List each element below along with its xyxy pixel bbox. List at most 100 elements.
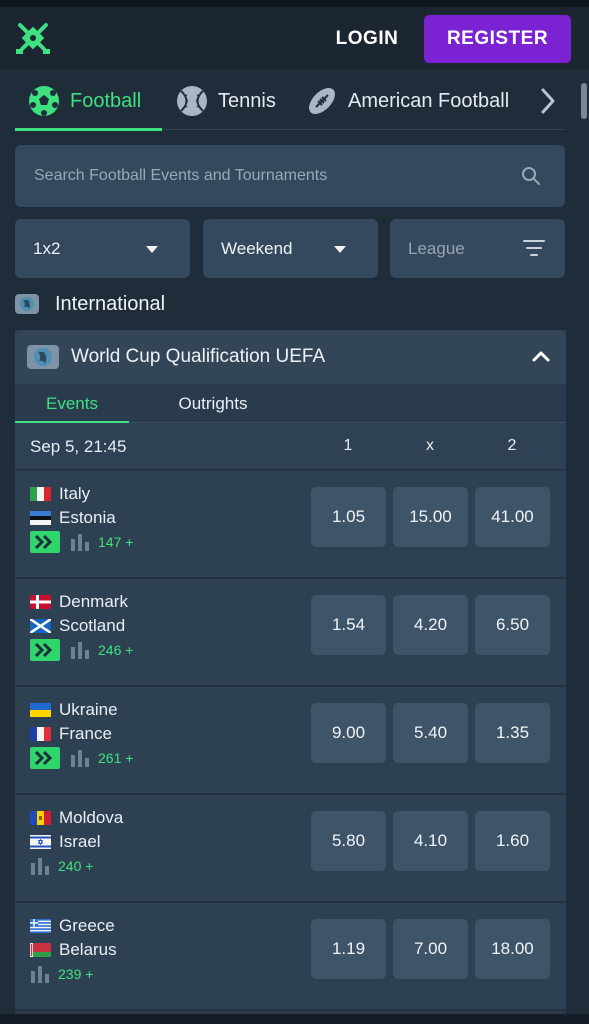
markets-count[interactable]: 261 +	[98, 750, 133, 766]
odds-button-home[interactable]: 9.00	[311, 703, 386, 763]
team-home[interactable]: Greece	[30, 916, 115, 936]
filter-icon	[523, 240, 545, 256]
team-home[interactable]: Moldova	[30, 808, 123, 828]
tab-american-football[interactable]: American Football	[306, 82, 509, 120]
team-away[interactable]: Estonia	[30, 508, 116, 528]
team-away[interactable]: France	[30, 724, 112, 744]
odds-button-away[interactable]: 1.60	[475, 811, 550, 871]
markets-count[interactable]: 246 +	[98, 642, 133, 658]
odds-button-away[interactable]: 18.00	[475, 919, 550, 979]
belarus-flag-icon	[30, 943, 51, 957]
tab-outrights[interactable]: Outrights	[153, 385, 273, 423]
login-button[interactable]: LOGIN	[322, 21, 412, 57]
israel-flag-icon	[30, 835, 51, 849]
odds-button-draw[interactable]: 15.00	[393, 487, 468, 547]
team-home[interactable]: Ukraine	[30, 700, 118, 720]
american-football-icon	[309, 88, 335, 114]
markets-count[interactable]: 239 +	[58, 966, 93, 982]
odds-button-draw[interactable]: 7.00	[393, 919, 468, 979]
search-input[interactable]: Search Football Events and Tournaments	[15, 145, 565, 207]
section-title: International	[55, 292, 166, 315]
bottom-edge	[0, 1014, 589, 1024]
odds-button-home[interactable]: 1.19	[311, 919, 386, 979]
odds-button-draw[interactable]: 5.40	[393, 703, 468, 763]
odds-button-draw[interactable]: 4.10	[393, 811, 468, 871]
market-dropdown[interactable]: 1x2	[15, 219, 190, 278]
team-away[interactable]: Israel	[30, 832, 101, 852]
league-filter[interactable]: League	[390, 219, 565, 278]
event-row: Greece Belarus 239 + 1.19 7.00 18.00	[15, 903, 566, 1011]
event-date: Sep 5, 21:45	[30, 437, 127, 456]
statistics-icon[interactable]	[70, 533, 90, 551]
live-stream-icon[interactable]	[30, 747, 60, 769]
team-home[interactable]: Denmark	[30, 592, 128, 612]
markets-count[interactable]: 240 +	[58, 858, 93, 874]
team-away[interactable]: Scotland	[30, 616, 125, 636]
event-meta: 261 +	[30, 747, 133, 769]
odds-button-home[interactable]: 1.05	[311, 487, 386, 547]
event-meta: 239 +	[30, 963, 93, 985]
football-icon	[29, 86, 59, 116]
column-draw: x	[426, 437, 434, 454]
tab-label: American Football	[348, 89, 510, 112]
team-name: France	[59, 724, 112, 743]
competition-title: World Cup Qualification UEFA	[71, 346, 326, 367]
sports-tabs: Football Tennis American Football	[0, 70, 578, 134]
france-flag-icon	[30, 727, 51, 741]
market-value: 1x2	[33, 238, 61, 258]
tab-label: Football	[70, 89, 142, 112]
team-home[interactable]: Italy	[30, 484, 90, 504]
date-header-row: Sep 5, 21:45 1 x 2	[15, 423, 566, 470]
caret-down-icon	[334, 246, 346, 253]
team-name: Ukraine	[59, 700, 118, 719]
greece-flag-icon	[30, 919, 51, 933]
statistics-icon[interactable]	[70, 749, 90, 767]
statistics-icon[interactable]	[70, 641, 90, 659]
odds-button-away[interactable]: 6.50	[475, 595, 550, 655]
section-international: International	[15, 290, 165, 318]
tab-tennis[interactable]: Tennis	[176, 82, 276, 120]
markets-count[interactable]: 147 +	[98, 534, 133, 550]
event-meta: 147 +	[30, 531, 133, 553]
period-value: Weekend	[221, 238, 293, 258]
scotland-flag-icon	[30, 619, 51, 633]
event-row: Moldova Israel 240 + 5.80 4.10 1.60	[15, 795, 566, 903]
tennis-ball-icon	[177, 86, 207, 116]
event-meta: 246 +	[30, 639, 133, 661]
competition-header[interactable]: World Cup Qualification UEFA	[15, 330, 566, 384]
crossed-swords-logo-icon[interactable]	[14, 19, 52, 57]
team-name: Belarus	[59, 940, 117, 959]
tab-active-indicator	[15, 128, 162, 131]
team-name: Israel	[59, 832, 101, 851]
tab-events[interactable]: Events	[15, 385, 129, 423]
odds-button-away[interactable]: 1.35	[475, 703, 550, 763]
live-stream-icon[interactable]	[30, 639, 60, 661]
period-dropdown[interactable]: Weekend	[203, 219, 378, 278]
odds-button-home[interactable]: 5.80	[311, 811, 386, 871]
scrollbar-track[interactable]	[578, 70, 589, 1024]
column-home: 1	[343, 437, 353, 454]
register-button[interactable]: REGISTER	[424, 15, 571, 63]
event-row: Denmark Scotland 246 + 1.54 4.20 6.50	[15, 579, 566, 687]
search-icon[interactable]	[521, 166, 541, 186]
odds-button-away[interactable]: 41.00	[475, 487, 550, 547]
chevron-up-icon[interactable]	[532, 350, 550, 362]
statistics-icon[interactable]	[30, 965, 50, 983]
team-name: Greece	[59, 916, 115, 935]
statistics-icon[interactable]	[30, 857, 50, 875]
scrollbar-thumb[interactable]	[581, 83, 587, 119]
team-name: Denmark	[59, 592, 128, 611]
chevron-right-icon[interactable]	[538, 86, 558, 116]
tab-divider	[162, 129, 565, 130]
odds-button-draw[interactable]: 4.20	[393, 595, 468, 655]
search-placeholder: Search Football Events and Tournaments	[34, 167, 328, 184]
odds-button-home[interactable]: 1.54	[311, 595, 386, 655]
competition-subtabs: Events Outrights	[15, 385, 566, 423]
live-stream-icon[interactable]	[30, 531, 60, 553]
globe-icon	[27, 345, 59, 369]
tab-football[interactable]: Football	[28, 82, 141, 120]
team-name: Italy	[59, 484, 91, 503]
caret-down-icon	[146, 246, 158, 253]
denmark-flag-icon	[30, 595, 51, 609]
team-away[interactable]: Belarus	[30, 940, 117, 960]
